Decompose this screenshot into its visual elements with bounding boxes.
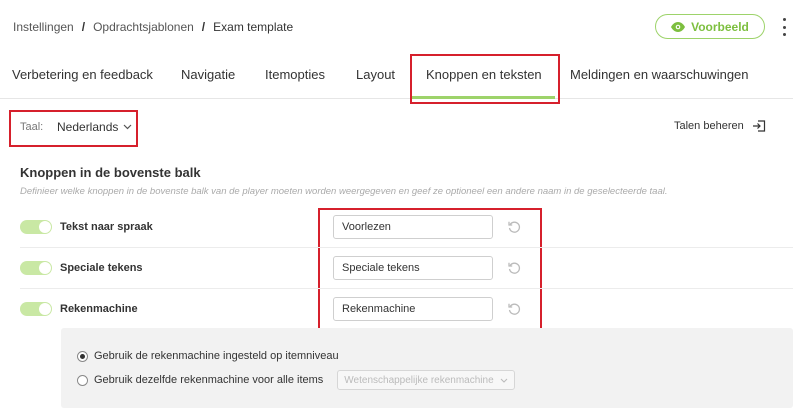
language-dropdown[interactable]: Nederlands <box>57 120 132 134</box>
button-row-rekenmachine: Rekenmachine <box>20 288 793 329</box>
chevron-down-icon <box>123 124 132 130</box>
calculator-options-panel: Gebruik de rekenmachine ingesteld op ite… <box>61 328 793 408</box>
button-row-speciale-tekens: Speciale tekens <box>20 247 793 288</box>
language-value: Nederlands <box>57 120 119 134</box>
tab-bar: Verbetering en feedback Navigatie Itemop… <box>0 52 793 99</box>
chevron-down-icon <box>500 378 508 383</box>
toggle-tekst-naar-spraak[interactable] <box>20 220 52 234</box>
radio-label: Gebruik dezelfde rekenmachine voor alle … <box>94 374 324 386</box>
eye-icon <box>671 21 686 32</box>
breadcrumb-separator: / <box>81 20 86 34</box>
reset-icon[interactable] <box>507 220 521 234</box>
calculator-label-input[interactable] <box>333 297 493 321</box>
radio-label: Gebruik de rekenmachine ingesteld op ite… <box>94 350 339 362</box>
breadcrumb-separator: / <box>201 20 206 34</box>
tab-itemopties[interactable]: Itemopties <box>265 67 325 82</box>
toggle-rekenmachine[interactable] <box>20 302 52 316</box>
active-tab-indicator <box>412 96 555 99</box>
toggle-speciale-tekens[interactable] <box>20 261 52 275</box>
row-label: Rekenmachine <box>60 303 138 315</box>
row-label: Tekst naar spraak <box>60 221 153 233</box>
language-label: Taal: <box>20 121 44 133</box>
radio-all-items[interactable] <box>77 374 88 386</box>
manage-languages-button[interactable]: Talen beheren <box>674 120 766 132</box>
manage-languages-label: Talen beheren <box>674 120 744 132</box>
row-label: Speciale tekens <box>60 262 143 274</box>
button-row-tekst-naar-spraak: Tekst naar spraak <box>20 206 793 247</box>
calculator-option-item-level[interactable]: Gebruik de rekenmachine ingesteld op ite… <box>77 350 339 362</box>
section-description: Definieer welke knoppen in de bovenste b… <box>20 186 668 197</box>
tab-verbetering-en-feedback[interactable]: Verbetering en feedback <box>12 67 153 82</box>
reset-icon[interactable] <box>507 261 521 275</box>
radio-item-level[interactable] <box>77 350 88 362</box>
tab-knoppen-en-teksten[interactable]: Knoppen en teksten <box>426 67 542 82</box>
text-to-speech-label-input[interactable] <box>333 215 493 239</box>
breadcrumb-current: Exam template <box>213 20 294 34</box>
calculator-type-value: Wetenschappelijke rekenmachine <box>344 374 494 386</box>
tab-meldingen-en-waarschuwingen[interactable]: Meldingen en waarschuwingen <box>570 67 749 82</box>
top-bar: Instellingen / Opdrachtsjablonen / Exam temp… <box>0 0 793 52</box>
tab-navigatie[interactable]: Navigatie <box>181 67 235 82</box>
breadcrumb-instellingen[interactable]: Instellingen <box>13 20 74 34</box>
sign-in-icon <box>752 120 765 132</box>
tab-layout[interactable]: Layout <box>356 67 395 82</box>
preview-button[interactable]: Voorbeeld <box>655 14 765 39</box>
calculator-type-select[interactable]: Wetenschappelijke rekenmachine <box>337 370 515 390</box>
calculator-option-all-items[interactable]: Gebruik dezelfde rekenmachine voor alle … <box>77 370 515 390</box>
kebab-menu-icon[interactable] <box>780 18 788 36</box>
breadcrumb: Instellingen / Opdrachtsjablonen / Exam temp… <box>13 20 293 34</box>
preview-button-label: Voorbeeld <box>691 19 749 34</box>
special-characters-label-input[interactable] <box>333 256 493 280</box>
breadcrumb-opdrachtsjablonen[interactable]: Opdrachtsjablonen <box>93 20 194 34</box>
reset-icon[interactable] <box>507 302 521 316</box>
section-title: Knoppen in de bovenste balk <box>20 165 201 180</box>
